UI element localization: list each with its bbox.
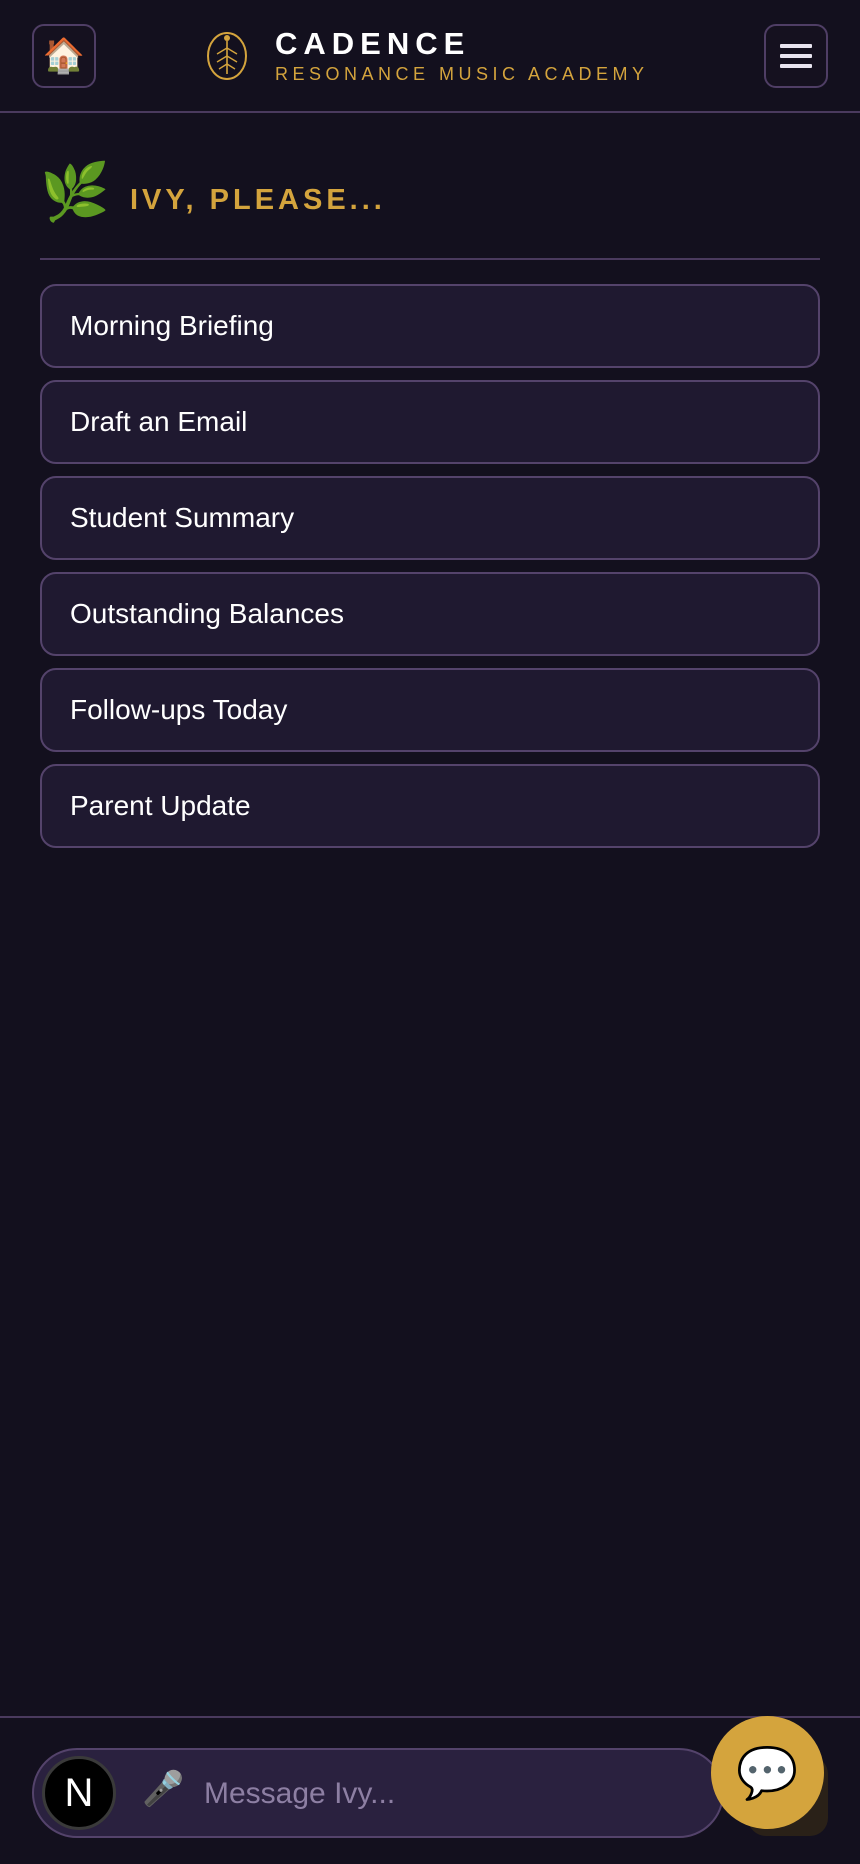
- herb-leaf-icon: 🌿: [40, 160, 110, 223]
- chat-fab-button[interactable]: 💬: [711, 1716, 824, 1829]
- speech-bubble-icon: 💬: [736, 1744, 799, 1801]
- microphone-icon[interactable]: 🎤: [142, 1772, 184, 1806]
- message-composer: N 🎤: [32, 1748, 724, 1838]
- action-student-summary[interactable]: Student Summary: [40, 476, 820, 560]
- action-outstanding-balances[interactable]: Outstanding Balances: [40, 572, 820, 656]
- brand-title: CADENCE: [275, 26, 471, 61]
- section-heading: 🌿 IVY, PLEASE...: [40, 162, 820, 260]
- message-input[interactable]: [204, 1768, 684, 1820]
- action-parent-update[interactable]: Parent Update: [40, 764, 820, 848]
- menu-button[interactable]: [764, 24, 828, 88]
- section-title: IVY, PLEASE...: [130, 184, 386, 216]
- quick-action-list: Morning Briefing Draft an Email Student …: [40, 284, 820, 860]
- action-draft-email[interactable]: Draft an Email: [40, 380, 820, 464]
- brand-subtitle: RESONANCE MUSIC ACADEMY: [275, 64, 649, 84]
- tuning-fork-leaf-logo: [207, 32, 247, 80]
- top-header: 🏠 CADENCE RESONANCE MUSIC ACADEMY: [0, 0, 860, 113]
- app-root: 🏠 CADENCE RESONANCE MUSIC ACADEMY 🌿 IVY,…: [0, 0, 860, 1864]
- home-button[interactable]: 🏠: [32, 24, 96, 88]
- action-morning-briefing[interactable]: Morning Briefing: [40, 284, 820, 368]
- hamburger-icon: [780, 44, 812, 68]
- action-follow-ups-today[interactable]: Follow-ups Today: [40, 668, 820, 752]
- avatar[interactable]: N: [42, 1756, 116, 1830]
- house-icon: 🏠: [42, 37, 86, 75]
